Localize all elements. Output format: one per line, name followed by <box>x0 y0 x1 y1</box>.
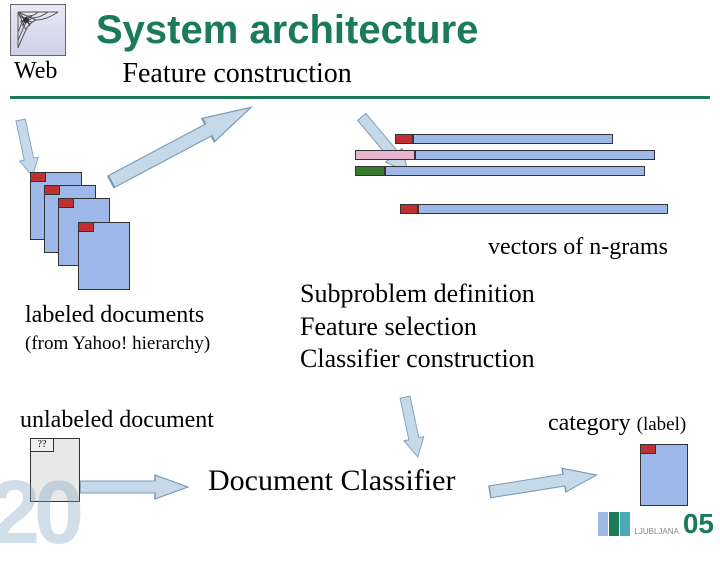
category-document-icon <box>640 444 688 506</box>
divider <box>10 96 710 99</box>
category-label: category (label) <box>548 408 686 438</box>
page-number: 20 <box>0 468 78 558</box>
footer-logo: LJUBLJANA 05 <box>598 511 714 536</box>
vector-bar <box>355 164 645 178</box>
subproblem-block: Subproblem definition Feature selection … <box>300 278 535 376</box>
title-row: System architecture <box>0 0 720 56</box>
subproblem-line: Classifier construction <box>300 343 535 376</box>
vector-bar <box>400 202 668 216</box>
subproblem-line: Subproblem definition <box>300 278 535 311</box>
subtitle-row: Web Feature construction <box>0 58 720 90</box>
document-classifier-label: Document Classifier <box>208 462 455 500</box>
labeled-documents-source: (from Yahoo! hierarchy) <box>25 332 210 356</box>
footer-city: LJUBLJANA <box>634 528 678 536</box>
footer-year: 05 <box>683 511 714 536</box>
feature-construction-label: Feature construction <box>122 58 351 90</box>
unlabeled-document-label: unlabeled document <box>20 405 214 435</box>
web-icon <box>10 4 66 56</box>
event-logo-icon <box>598 512 630 536</box>
labeled-documents-label: labeled documents <box>25 300 204 330</box>
unknown-tag: ?? <box>30 438 54 452</box>
vector-bar <box>355 148 655 162</box>
vector-bar <box>395 132 613 146</box>
subproblem-line: Feature selection <box>300 311 535 344</box>
vectors-label: vectors of n-grams <box>488 232 668 262</box>
slide-title: System architecture <box>96 8 478 53</box>
document-icon <box>78 222 130 290</box>
web-label: Web <box>14 58 57 85</box>
